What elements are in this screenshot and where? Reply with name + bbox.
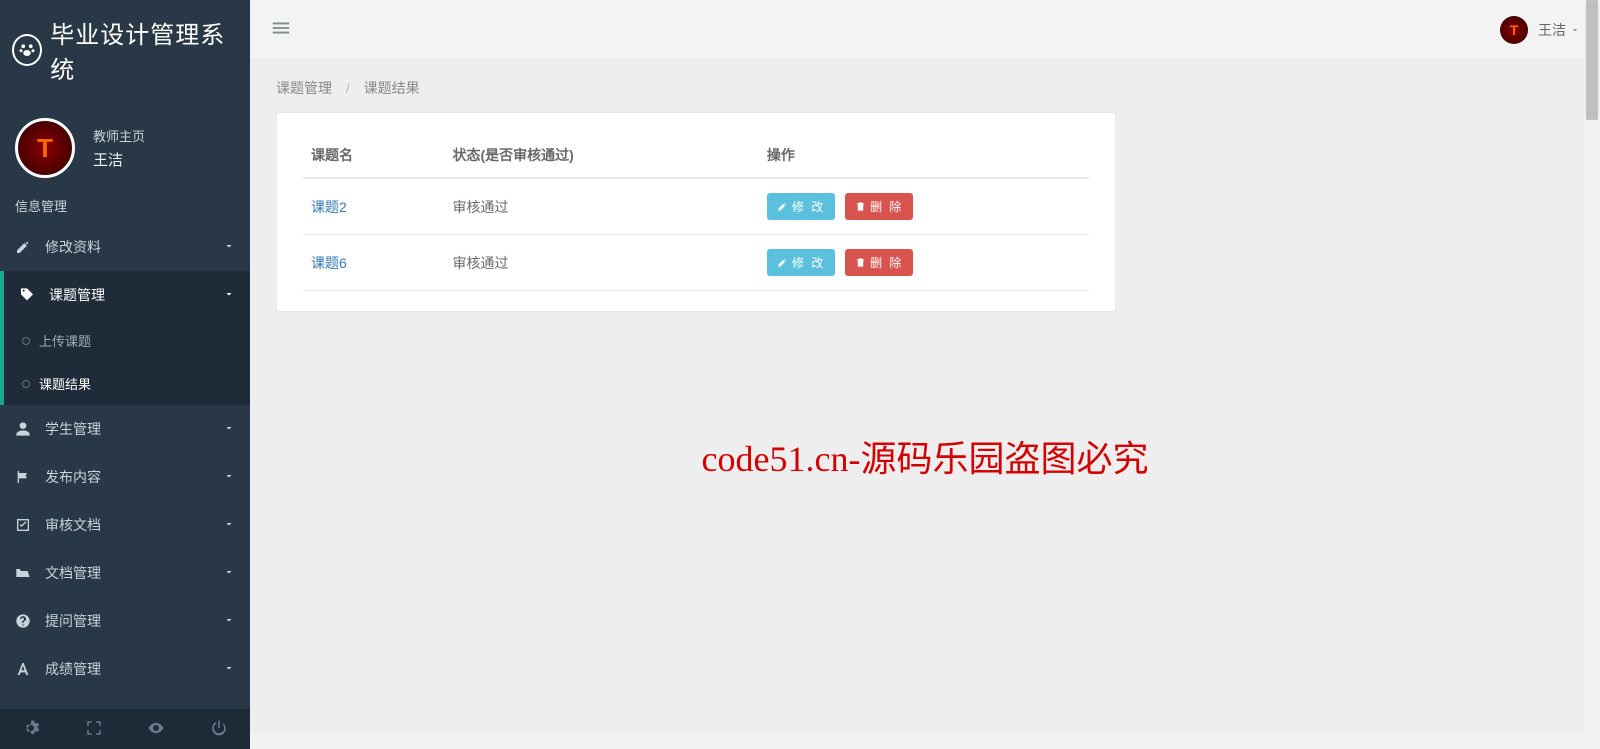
table-row: 课题2 审核通过 修 改 删 除 <box>303 178 1089 235</box>
cell-actions: 修 改 删 除 <box>759 235 1089 291</box>
delete-button-label: 删 除 <box>870 198 903 215</box>
sidebar-submenu: 上传课题 课题结果 <box>4 319 250 405</box>
eye-icon[interactable] <box>147 719 165 740</box>
edit-button[interactable]: 修 改 <box>767 249 835 276</box>
avatar: T <box>15 118 75 178</box>
sidebar-item-student-manage[interactable]: 学生管理 <box>0 405 250 453</box>
breadcrumb-separator: / <box>346 80 350 96</box>
user-dropdown[interactable]: T 王洁 <box>1500 16 1580 44</box>
topbar-user-name: 王洁 <box>1538 20 1566 40</box>
sidebar-nav: 修改资料 课题管理 上传课题 课题结果 学生管理 <box>0 223 250 693</box>
topic-table: 课题名 状态(是否审核通过) 操作 课题2 审核通过 修 改 <box>303 133 1089 291</box>
trash-icon <box>855 201 866 212</box>
power-icon[interactable] <box>210 719 228 740</box>
font-icon <box>15 661 35 677</box>
cell-actions: 修 改 删 除 <box>759 178 1089 235</box>
sidebar-item-label: 修改资料 <box>45 237 223 257</box>
watermark-text: code51.cn-源码乐园盗图必究 <box>702 430 1149 482</box>
sidebar-item-label: 发布内容 <box>45 467 223 487</box>
chevron-down-icon <box>223 565 235 581</box>
chevron-down-icon <box>223 287 235 303</box>
sidebar: 毕业设计管理系统 T 教师主页 王洁 信息管理 修改资料 课题管理 上传课题 <box>0 0 250 749</box>
chevron-down-icon <box>223 469 235 485</box>
user-panel: T 教师主页 王洁 <box>0 100 250 196</box>
cell-status: 审核通过 <box>444 178 758 235</box>
trash-icon <box>855 257 866 268</box>
menu-toggle-icon[interactable] <box>270 17 292 42</box>
sidebar-item-label: 文档管理 <box>45 563 223 583</box>
sidebar-item-edit-profile[interactable]: 修改资料 <box>0 223 250 271</box>
pencil-icon <box>777 201 788 212</box>
th-status: 状态(是否审核通过) <box>444 133 758 178</box>
chevron-down-icon <box>223 421 235 437</box>
brand: 毕业设计管理系统 <box>0 0 250 100</box>
sidebar-item-review-doc[interactable]: 审核文档 <box>0 501 250 549</box>
sidebar-item-grade-manage[interactable]: 成绩管理 <box>0 645 250 693</box>
submenu-topic-result[interactable]: 课题结果 <box>4 362 250 405</box>
chevron-down-icon <box>223 613 235 629</box>
result-panel: 课题名 状态(是否审核通过) 操作 课题2 审核通过 修 改 <box>276 112 1116 312</box>
table-row: 课题6 审核通过 修 改 删 除 <box>303 235 1089 291</box>
delete-button[interactable]: 删 除 <box>845 193 913 220</box>
sidebar-item-label: 成绩管理 <box>45 659 223 679</box>
sidebar-footer <box>0 709 250 749</box>
chevron-down-icon <box>223 517 235 533</box>
flag-icon <box>15 469 35 485</box>
submenu-label: 上传课题 <box>39 331 91 350</box>
edit-button-label: 修 改 <box>792 198 825 215</box>
chevron-down-icon <box>223 239 235 255</box>
paw-icon <box>12 34 42 66</box>
gear-icon[interactable] <box>22 719 40 740</box>
chevron-down-icon <box>223 661 235 677</box>
cell-status: 审核通过 <box>444 235 758 291</box>
expand-icon[interactable] <box>85 719 103 740</box>
cell-topic-name[interactable]: 课题2 <box>303 178 444 235</box>
edit-button-label: 修 改 <box>792 254 825 271</box>
sidebar-item-doc-manage[interactable]: 文档管理 <box>0 549 250 597</box>
user-role: 教师主页 <box>93 126 145 145</box>
question-circle-icon <box>15 613 35 629</box>
breadcrumb-l2: 课题结果 <box>364 80 420 96</box>
delete-button-label: 删 除 <box>870 254 903 271</box>
pencil-icon <box>777 257 788 268</box>
sidebar-item-label: 提问管理 <box>45 611 223 631</box>
content: 课题管理 / 课题结果 课题名 状态(是否审核通过) 操作 课题2 审核通过 <box>250 60 1600 749</box>
user-name: 王洁 <box>93 149 145 170</box>
main: T 王洁 课题管理 / 课题结果 课题名 状态(是否审核通过) 操作 <box>250 0 1600 749</box>
sidebar-item-question-manage[interactable]: 提问管理 <box>0 597 250 645</box>
th-action: 操作 <box>759 133 1089 178</box>
breadcrumb: 课题管理 / 课题结果 <box>276 78 1574 98</box>
cell-topic-name[interactable]: 课题6 <box>303 235 444 291</box>
scrollbar-vertical[interactable] <box>1584 0 1600 749</box>
folder-open-icon <box>15 565 35 581</box>
submenu-upload-topic[interactable]: 上传课题 <box>4 319 250 362</box>
section-label: 信息管理 <box>0 196 250 223</box>
scrollbar-thumb[interactable] <box>1586 0 1598 120</box>
edit-icon <box>15 239 35 255</box>
submenu-label: 课题结果 <box>39 374 91 393</box>
sidebar-item-label: 审核文档 <box>45 515 223 535</box>
tag-icon <box>19 287 39 303</box>
sidebar-item-publish[interactable]: 发布内容 <box>0 453 250 501</box>
brand-title: 毕业设计管理系统 <box>50 15 238 85</box>
check-square-icon <box>15 517 35 533</box>
th-name: 课题名 <box>303 133 444 178</box>
topbar: T 王洁 <box>250 0 1600 60</box>
avatar-small: T <box>1500 16 1528 44</box>
edit-button[interactable]: 修 改 <box>767 193 835 220</box>
user-icon <box>15 421 35 437</box>
breadcrumb-l1[interactable]: 课题管理 <box>276 80 332 96</box>
sidebar-item-topic-manage[interactable]: 课题管理 <box>4 271 250 319</box>
scrollbar-horizontal[interactable] <box>250 733 1584 749</box>
caret-down-icon <box>1570 22 1580 38</box>
delete-button[interactable]: 删 除 <box>845 249 913 276</box>
sidebar-item-label: 课题管理 <box>49 285 223 305</box>
sidebar-item-label: 学生管理 <box>45 419 223 439</box>
